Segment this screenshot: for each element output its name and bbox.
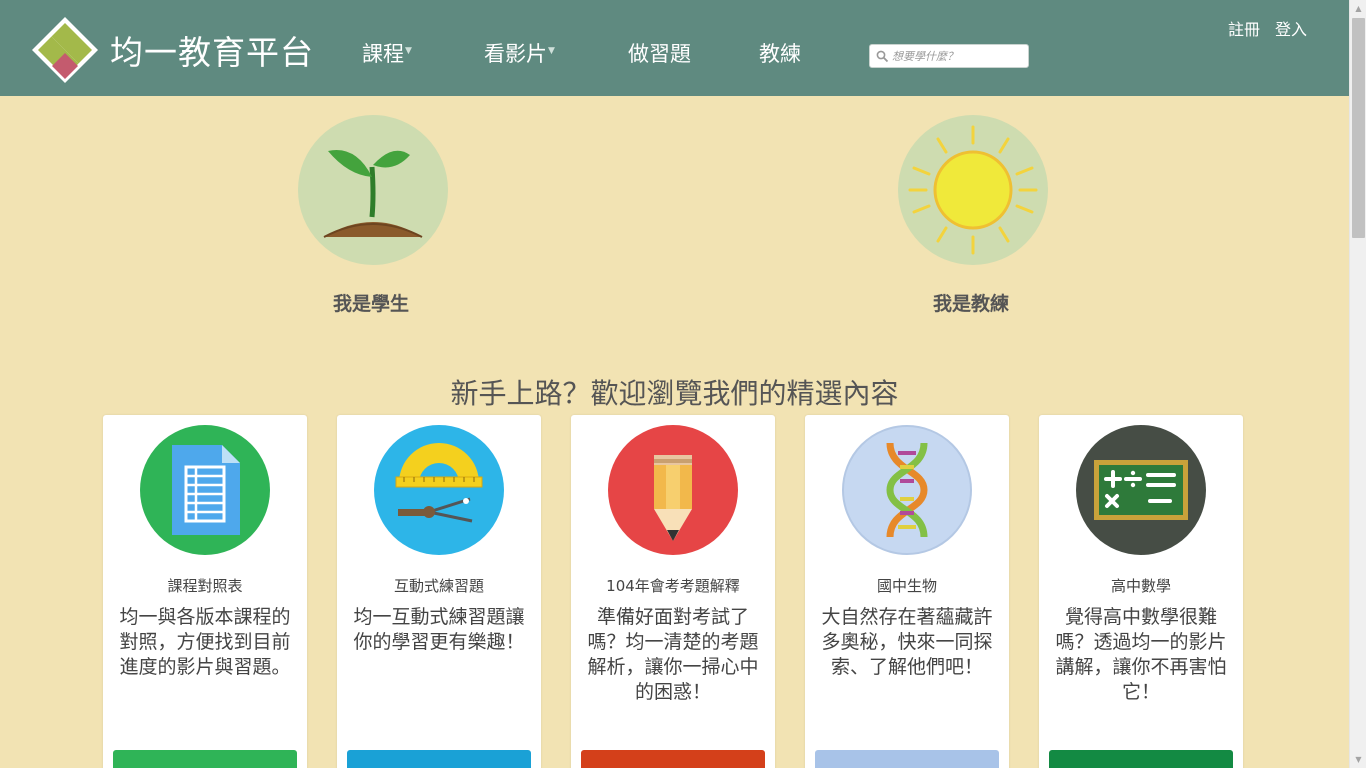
card-title[interactable]: 104年會考考題解釋 — [571, 575, 775, 596]
card-action-button[interactable] — [581, 750, 765, 768]
card-action-button[interactable] — [815, 750, 999, 768]
card-title[interactable]: 互動式練習題 — [337, 575, 541, 596]
card-title[interactable]: 國中生物 — [805, 575, 1009, 596]
nav-videos-label: 看影片 — [484, 42, 547, 66]
featured-card: 互動式練習題 均一互動式練習題讓你的學習更有樂趣！ — [337, 415, 541, 768]
nav-courses-label: 課程 — [362, 42, 404, 66]
student-role-label[interactable]: 我是學生 — [333, 289, 409, 316]
card-action-button[interactable] — [1049, 750, 1233, 768]
dna-icon[interactable] — [842, 425, 972, 555]
site-logo-text[interactable]: 均一教育平台 — [110, 26, 314, 74]
featured-card: 104年會考考題解釋 準備好面對考試了嗎？均一清楚的考題解析，讓你一掃心中的困惑… — [571, 415, 775, 768]
card-description: 均一與各版本課程的對照，方便找到目前進度的影片與習題。 — [119, 606, 291, 678]
pencil-icon[interactable] — [608, 425, 738, 555]
nav-exercises[interactable]: 做習題 — [628, 38, 691, 68]
card-description: 均一互動式練習題讓你的學習更有樂趣！ — [353, 606, 525, 653]
logo-icon[interactable] — [30, 15, 100, 85]
login-link[interactable]: 登入 — [1275, 16, 1307, 40]
caret-down-icon: ▼ — [548, 46, 555, 56]
nav-coach[interactable]: 教練 — [759, 38, 801, 68]
register-link[interactable]: 註冊 — [1228, 16, 1260, 40]
card-action-button[interactable] — [113, 750, 297, 768]
search-box — [869, 44, 1029, 68]
document-icon[interactable] — [140, 425, 270, 555]
top-navbar: 均一教育平台 課程▼ 看影片▼ 做習題 教練 註冊 登入 — [0, 0, 1349, 96]
coach-role-label[interactable]: 我是教練 — [933, 289, 1009, 316]
card-title[interactable]: 高中數學 — [1039, 575, 1243, 596]
nav-videos[interactable]: 看影片▼ — [484, 38, 555, 68]
coach-role-button[interactable] — [898, 115, 1048, 265]
scroll-thumb[interactable] — [1352, 18, 1365, 238]
featured-card: 國中生物 大自然存在著蘊藏許多奧秘，快來一同探索、了解他們吧！ — [805, 415, 1009, 768]
nav-coach-label: 教練 — [759, 42, 801, 66]
search-icon — [876, 50, 889, 63]
vertical-scrollbar[interactable]: ▲ ▼ — [1349, 0, 1366, 768]
nav-exercises-label: 做習題 — [628, 42, 691, 66]
math-board-icon[interactable] — [1076, 425, 1206, 555]
scroll-up-icon[interactable]: ▲ — [1350, 0, 1366, 17]
card-description: 準備好面對考試了嗎？均一清楚的考題解析，讓你一掃心中的困惑！ — [587, 606, 759, 703]
card-description: 覺得高中數學很難嗎？透過均一的影片講解，讓你不再害怕它！ — [1055, 606, 1227, 703]
featured-card: 高中數學 覺得高中數學很難嗎？透過均一的影片講解，讓你不再害怕它！ — [1039, 415, 1243, 768]
seedling-icon — [323, 150, 423, 238]
student-role-button[interactable] — [298, 115, 448, 265]
featured-card: 課程對照表 均一與各版本課程的對照，方便找到目前進度的影片與習題。 — [103, 415, 307, 768]
caret-down-icon: ▼ — [405, 46, 412, 56]
sun-icon — [908, 125, 1038, 255]
card-description: 大自然存在著蘊藏許多奧秘，快來一同探索、了解他們吧！ — [821, 606, 993, 678]
search-input[interactable] — [892, 47, 1024, 65]
card-action-button[interactable] — [347, 750, 531, 768]
scroll-down-icon[interactable]: ▼ — [1350, 751, 1366, 768]
featured-section-title: 新手上路？歡迎瀏覽我們的精選內容 — [450, 377, 899, 410]
nav-courses[interactable]: 課程▼ — [362, 38, 412, 68]
card-title[interactable]: 課程對照表 — [103, 575, 307, 596]
protractor-compass-icon[interactable] — [374, 425, 504, 555]
